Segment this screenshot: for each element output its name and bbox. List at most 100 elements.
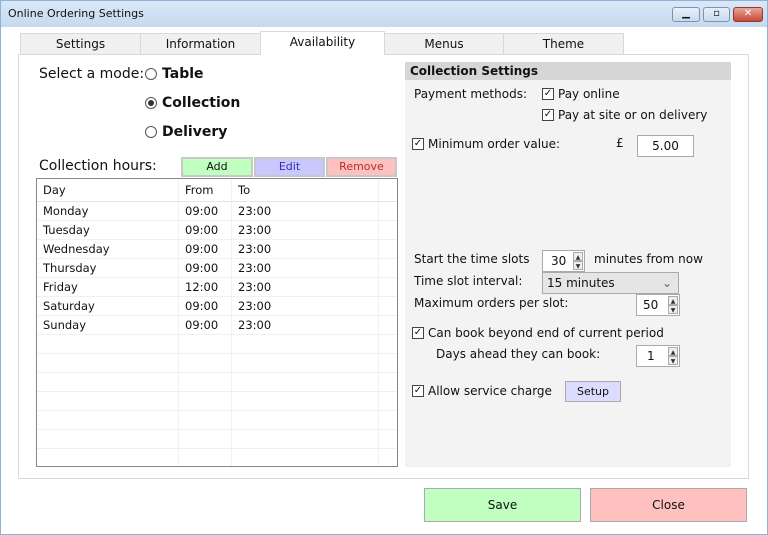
spinner-icon[interactable]: ▲ ▼ — [668, 296, 678, 314]
start-slots-stepper[interactable]: 30 ▲ ▼ — [542, 250, 585, 272]
max-orders-label: Maximum orders per slot: — [414, 296, 569, 310]
radio-label: Table — [162, 66, 204, 82]
start-slots-label: Start the time slots — [414, 252, 530, 266]
pay-site-label: Pay at site or on delivery — [558, 108, 708, 122]
table-cell — [232, 411, 379, 430]
chevron-down-icon: ⌄ — [661, 276, 672, 290]
service-charge-checkbox[interactable]: ✓ — [412, 385, 424, 397]
min-order-input[interactable]: 5.00 — [637, 135, 694, 157]
table-row[interactable]: Wednesday 09:00 23:00 — [37, 240, 397, 259]
window-title: Online Ordering Settings — [8, 7, 144, 20]
tab-information[interactable]: Information — [140, 33, 261, 55]
table-row[interactable]: Saturday 09:00 23:00 — [37, 297, 397, 316]
table-cell — [37, 354, 179, 373]
table-row[interactable]: Thursday 09:00 23:00 — [37, 259, 397, 278]
pay-online-label: Pay online — [558, 87, 620, 101]
table-cell: Thursday — [37, 259, 179, 278]
table-cell — [232, 354, 379, 373]
table-header: Day From To — [37, 179, 397, 202]
radio-label: Collection — [162, 95, 241, 111]
min-order-checkbox[interactable]: ✓ — [412, 138, 424, 150]
close-window-button[interactable]: ✕ — [733, 7, 763, 22]
table-cell: 23:00 — [232, 297, 379, 316]
table-cell: 09:00 — [179, 316, 232, 335]
table-row[interactable]: Sunday 09:00 23:00 — [37, 316, 397, 335]
days-ahead-value: 1 — [647, 349, 655, 363]
table-row[interactable]: Tuesday 09:00 23:00 — [37, 221, 397, 240]
table-row[interactable] — [37, 335, 397, 354]
save-button[interactable]: Save — [424, 488, 581, 522]
table-cell — [179, 449, 232, 466]
pay-online-checkbox[interactable]: ✓ — [542, 88, 554, 100]
days-ahead-stepper[interactable]: 1 ▲ ▼ — [636, 345, 680, 367]
setup-button[interactable]: Setup — [565, 381, 621, 402]
edit-button[interactable]: Edit — [254, 157, 325, 177]
table-cell: Friday — [37, 278, 179, 297]
tab-theme[interactable]: Theme — [503, 33, 624, 55]
radio-label: Delivery — [162, 124, 228, 140]
column-header-to[interactable]: To — [232, 179, 379, 202]
table-row[interactable] — [37, 373, 397, 392]
hours-label: Collection hours: — [39, 158, 157, 174]
table-cell — [179, 430, 232, 449]
tab-availability[interactable]: Availability — [260, 31, 385, 55]
table-cell — [37, 373, 179, 392]
column-header-day[interactable]: Day — [37, 179, 179, 202]
min-order-label: Minimum order value: — [428, 137, 561, 151]
table-cell — [37, 411, 179, 430]
radio-circle-icon — [145, 126, 157, 138]
table-row[interactable] — [37, 411, 397, 430]
spinner-icon[interactable]: ▲ ▼ — [573, 252, 583, 270]
radio-delivery[interactable]: Delivery — [145, 124, 227, 140]
radio-selected-icon — [145, 97, 157, 109]
tab-settings[interactable]: Settings — [20, 33, 141, 55]
table-cell: 23:00 — [232, 259, 379, 278]
table-row[interactable] — [37, 430, 397, 449]
radio-table[interactable]: Table — [145, 66, 204, 82]
max-orders-value: 50 — [643, 298, 659, 312]
table-cell: 09:00 — [179, 202, 232, 221]
column-header-from[interactable]: From — [179, 179, 232, 202]
table-cell: 12:00 — [179, 278, 232, 297]
table-cell: Sunday — [37, 316, 179, 335]
interval-select[interactable]: 15 minutes ⌄ — [542, 272, 679, 294]
collection-settings-title: Collection Settings — [405, 62, 731, 80]
currency-symbol: £ — [616, 136, 624, 150]
spinner-icon[interactable]: ▲ ▼ — [668, 347, 678, 365]
table-cell — [232, 430, 379, 449]
table-cell — [179, 354, 232, 373]
add-button[interactable]: Add — [181, 157, 253, 177]
maximize-button[interactable]: ▫ — [703, 7, 730, 22]
table-row[interactable]: Friday 12:00 23:00 — [37, 278, 397, 297]
radio-collection[interactable]: Collection — [145, 95, 240, 111]
minimize-button[interactable]: ▁ — [672, 7, 700, 22]
table-cell — [179, 335, 232, 354]
table-row[interactable]: Monday 09:00 23:00 — [37, 202, 397, 221]
table-row[interactable] — [37, 354, 397, 373]
tab-menus[interactable]: Menus — [384, 33, 504, 55]
table-row[interactable] — [37, 449, 397, 466]
book-beyond-checkbox[interactable]: ✓ — [412, 327, 424, 339]
table-cell: Saturday — [37, 297, 179, 316]
table-row[interactable] — [37, 392, 397, 411]
payment-methods-label: Payment methods: — [414, 87, 527, 101]
table-cell: 23:00 — [232, 316, 379, 335]
days-ahead-label: Days ahead they can book: — [436, 347, 601, 361]
remove-button[interactable]: Remove — [326, 157, 397, 177]
table-cell — [179, 392, 232, 411]
table-cell: 09:00 — [179, 297, 232, 316]
table-cell — [232, 392, 379, 411]
radio-circle-icon — [145, 68, 157, 80]
close-button[interactable]: Close — [590, 488, 747, 522]
table-cell: Tuesday — [37, 221, 179, 240]
table-cell: 23:00 — [232, 240, 379, 259]
pay-site-checkbox[interactable]: ✓ — [542, 109, 554, 121]
interval-value: 15 minutes — [547, 276, 615, 290]
table-cell: 09:00 — [179, 259, 232, 278]
max-orders-stepper[interactable]: 50 ▲ ▼ — [636, 294, 680, 316]
hours-table[interactable]: Day From To Monday 09:00 23:00 Tuesday 09:00… — [36, 178, 398, 467]
table-cell — [179, 373, 232, 392]
table-cell — [37, 449, 179, 466]
book-beyond-label: Can book beyond end of current period — [428, 326, 664, 340]
collection-settings-panel: Collection Settings Payment methods: ✓ P… — [405, 62, 731, 467]
